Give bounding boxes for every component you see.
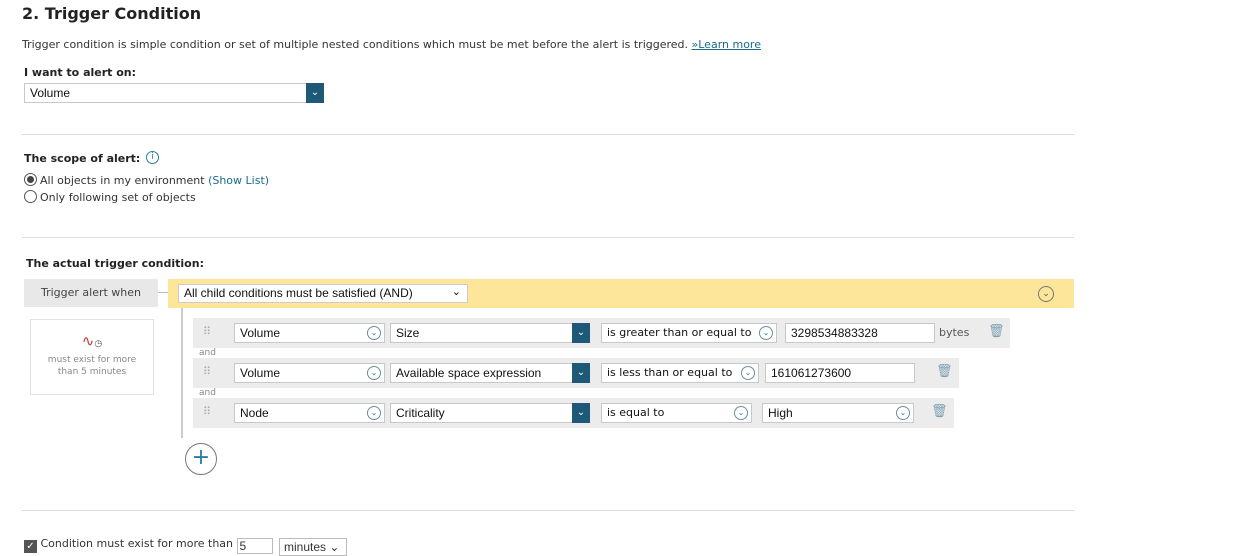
object-select[interactable]: Volume ⌄ xyxy=(234,363,385,383)
condition-row: ⠿ Volume ⌄ Available space expression ⌄ is… xyxy=(193,358,959,388)
trash-icon[interactable]: 🗑 xyxy=(936,364,953,379)
chevron-down-icon: ⌄ xyxy=(759,326,773,340)
property-select[interactable]: Criticality ⌄ xyxy=(390,403,590,423)
chevron-down-icon: ⌄ xyxy=(741,366,755,380)
radio-unselected[interactable] xyxy=(24,190,37,203)
drag-handle-icon[interactable]: ⠿ xyxy=(203,405,211,418)
operator-select[interactable]: is equal to ⌄ xyxy=(601,403,752,423)
property-select[interactable]: Available space expression ⌄ xyxy=(390,363,590,383)
unit-label: bytes xyxy=(939,326,970,339)
chevron-down-icon: ⌄ xyxy=(572,403,590,423)
and-label: and xyxy=(199,388,216,398)
chevron-down-icon: ⌄ xyxy=(896,406,910,420)
drag-handle-icon[interactable]: ⠿ xyxy=(203,365,211,378)
scope-label: The scope of alert: xyxy=(24,152,141,165)
description: Trigger condition is simple condition or… xyxy=(22,38,761,51)
operator-select[interactable]: is less than or equal to ⌄ xyxy=(601,363,759,383)
chevron-down-icon: ⌄ xyxy=(367,326,381,340)
info-icon[interactable]: i xyxy=(146,151,159,164)
trigger-when-label: Trigger alert when xyxy=(24,279,158,307)
learn-more-link[interactable]: »Learn more xyxy=(692,38,761,51)
trigger-label: The actual trigger condition: xyxy=(26,257,204,270)
property-select[interactable]: Size ⌄ xyxy=(390,323,590,343)
radio-selected[interactable] xyxy=(24,173,37,186)
chevron-down-icon: ⌄ xyxy=(572,323,590,343)
chevron-down-icon: ⌄ xyxy=(734,406,748,420)
trash-icon[interactable]: 🗑 xyxy=(931,404,948,419)
duration-checkbox[interactable]: ✓ xyxy=(24,540,37,553)
chevron-down-icon: ⌄ xyxy=(451,286,461,298)
chevron-down-icon: ⌄ xyxy=(367,366,381,380)
duration-unit-select[interactable]: minutes ⌄ xyxy=(279,538,348,556)
scope-option-following[interactable]: Only following set of objects xyxy=(24,190,196,204)
waveform-clock-icon: ∿◷ xyxy=(81,332,103,350)
trash-icon[interactable]: 🗑 xyxy=(988,324,1005,339)
drag-handle-icon[interactable]: ⠿ xyxy=(203,325,211,338)
duration-row: ✓ Condition must exist for more than 5 m… xyxy=(24,537,348,556)
show-list-link[interactable]: (Show List) xyxy=(208,174,269,187)
operator-select[interactable]: is greater than or equal to ⌄ xyxy=(601,323,777,343)
value-input[interactable]: 3298534883328 xyxy=(785,323,935,343)
chevron-down-icon: ⌄ xyxy=(572,363,590,383)
condition-mode-select[interactable]: All child conditions must be satisfied (… xyxy=(178,284,468,303)
object-select[interactable]: Volume ⌄ xyxy=(234,323,385,343)
and-label: and xyxy=(199,348,216,358)
chevron-down-icon: ⌄ xyxy=(367,406,381,420)
condition-row: ⠿ Node ⌄ Criticality ⌄ is equal to ⌄ High ⌄ … xyxy=(193,398,954,428)
condition-group-header: All child conditions must be satisfied (… xyxy=(168,279,1074,308)
value-select[interactable]: High ⌄ xyxy=(762,403,914,423)
alert-on-select[interactable]: Volume ⌄ xyxy=(24,83,324,103)
value-input[interactable]: 161061273600 xyxy=(765,363,915,383)
duration-input[interactable]: 5 xyxy=(236,538,273,554)
object-select[interactable]: Node ⌄ xyxy=(234,403,385,423)
scope-option-all[interactable]: All objects in my environment (Show List… xyxy=(24,173,269,187)
collapse-group-icon[interactable]: ⌄ xyxy=(1038,286,1054,302)
chevron-down-icon: ⌄ xyxy=(329,540,340,554)
condition-row: ⠿ Volume ⌄ Size ⌄ is greater than or equal… xyxy=(193,318,1010,348)
condition-summary-card: ∿◷ must exist for more than 5 minutes xyxy=(30,319,154,395)
section-title: 2. Trigger Condition xyxy=(22,4,202,23)
alert-on-label: I want to alert on: xyxy=(24,66,137,79)
add-condition-button[interactable]: + xyxy=(185,443,217,475)
chevron-down-icon: ⌄ xyxy=(306,83,324,103)
